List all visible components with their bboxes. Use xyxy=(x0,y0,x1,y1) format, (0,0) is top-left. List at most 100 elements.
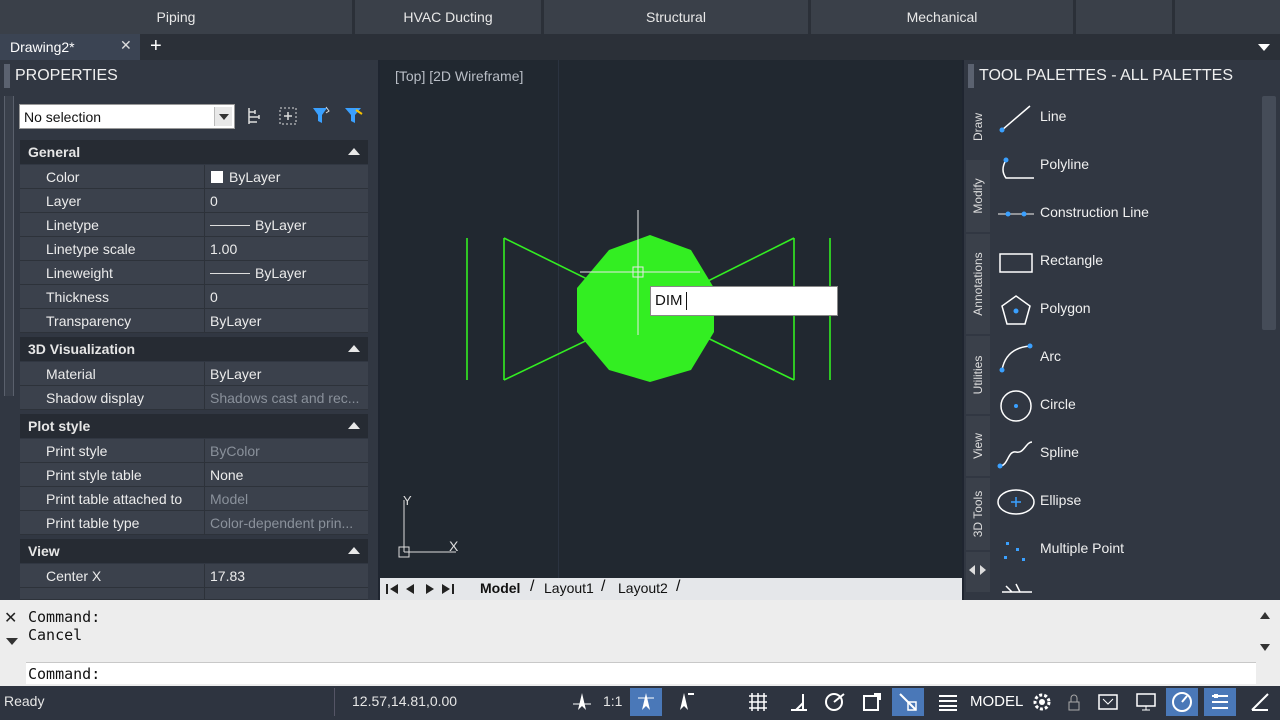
property-key: Material xyxy=(46,366,96,382)
palette-tab-utilities[interactable]: Utilities xyxy=(966,336,990,414)
chevron-down-icon[interactable] xyxy=(1258,44,1270,51)
grid-button[interactable] xyxy=(742,688,774,716)
tool-spline[interactable]: Spline xyxy=(996,432,1258,476)
layout-tab-layout2[interactable]: Layout2 xyxy=(618,580,668,596)
scroll-up-icon[interactable] xyxy=(1260,612,1270,619)
hardware-acceleration-button[interactable] xyxy=(1130,688,1162,716)
annotation-scale-value[interactable]: 1:1 xyxy=(603,693,622,709)
customization-button[interactable] xyxy=(1204,688,1236,716)
property-row-print-style[interactable]: Print style ByColor xyxy=(20,439,368,463)
ortho-button[interactable] xyxy=(782,688,814,716)
palette-tab-3d-tools[interactable]: 3D Tools xyxy=(966,478,990,550)
chevron-down-icon xyxy=(219,114,229,120)
coordinates-readout[interactable]: 12.57,14.81,0.00 xyxy=(352,693,457,709)
lock-ui-button[interactable] xyxy=(1062,688,1086,716)
select-objects-icon[interactable] xyxy=(277,105,299,127)
toggle-pickadd-icon[interactable] xyxy=(245,105,267,127)
ribbon-tab-hvac[interactable]: HVAC Ducting xyxy=(355,0,541,34)
property-row-center-y[interactable] xyxy=(20,588,368,600)
units-button[interactable] xyxy=(1244,688,1276,716)
drawing-viewport[interactable]: [Top] [2D Wireframe] DIM Y X xyxy=(380,60,962,578)
scroll-down-icon[interactable] xyxy=(1260,644,1270,651)
auto-scale-icon xyxy=(680,693,694,710)
polyline-icon xyxy=(1002,157,1034,179)
ribbon-tab-extra[interactable] xyxy=(1076,0,1172,34)
rectangle-icon xyxy=(999,253,1033,273)
customize-icon xyxy=(1212,694,1228,709)
palette-scrollbar[interactable] xyxy=(1262,96,1276,330)
palette-tab-scroll[interactable] xyxy=(966,552,990,592)
ribbon-tab-bar: Piping HVAC Ducting Structural Mechanica… xyxy=(0,0,1280,34)
filter-icon[interactable] xyxy=(342,104,366,128)
quick-select-icon[interactable] xyxy=(310,104,334,128)
dashboard-icon xyxy=(1172,692,1192,712)
property-value: ByLayer xyxy=(210,366,262,382)
property-row-print-style-table[interactable]: Print style table None xyxy=(20,463,368,487)
annotation-visibility-button[interactable] xyxy=(630,688,662,716)
model-space-toggle[interactable]: MODEL xyxy=(970,693,1023,710)
property-row-print-table-type[interactable]: Print table type Color-dependent prin... xyxy=(20,511,368,535)
property-key: Color xyxy=(46,169,80,185)
dynamic-input-field[interactable]: DIM xyxy=(650,286,838,316)
palette-tab-view[interactable]: View xyxy=(966,416,990,476)
workspace-button[interactable] xyxy=(1026,688,1058,716)
palette-tab-draw[interactable]: Draw xyxy=(966,96,990,158)
tool-ellipse[interactable]: Ellipse xyxy=(996,480,1258,524)
clean-screen-button[interactable] xyxy=(1166,688,1198,716)
selection-dropdown[interactable]: No selection xyxy=(19,104,235,129)
tool-multiple-point[interactable]: Multiple Point xyxy=(996,528,1258,572)
palette-tab-annotations[interactable]: Annotations xyxy=(966,234,990,334)
close-icon[interactable]: ✕ xyxy=(4,608,17,628)
command-input[interactable]: Command: xyxy=(26,662,1256,684)
layout-nav-icons[interactable] xyxy=(384,581,462,597)
ribbon-tab-extra[interactable] xyxy=(1175,0,1280,34)
property-row-transparency[interactable]: Transparency ByLayer xyxy=(20,309,368,333)
property-row-thickness[interactable]: Thickness 0 xyxy=(20,285,368,309)
section-plot-style[interactable]: Plot style xyxy=(20,414,368,438)
tool-polygon[interactable]: Polygon xyxy=(996,288,1258,332)
property-row-layer[interactable]: Layer 0 xyxy=(20,189,368,213)
property-row-shadow-display[interactable]: Shadow display Shadows cast and rec... xyxy=(20,386,368,410)
tool-arc[interactable]: Arc xyxy=(996,336,1258,380)
section-view[interactable]: View xyxy=(20,539,368,563)
palette-grip[interactable] xyxy=(4,64,10,88)
drawing-geometry[interactable] xyxy=(380,60,962,578)
tool-circle[interactable]: Circle xyxy=(996,384,1258,428)
property-row-linetype[interactable]: Linetype ByLayer xyxy=(20,213,368,237)
status-divider xyxy=(334,688,335,716)
tool-polyline[interactable]: Polyline xyxy=(996,144,1258,188)
property-row-linetype-scale[interactable]: Linetype scale 1.00 xyxy=(20,237,368,261)
property-row-lineweight[interactable]: Lineweight ByLayer xyxy=(20,261,368,285)
palette-tab-modify[interactable]: Modify xyxy=(966,160,990,232)
document-tab-drawing2[interactable]: Drawing2* ✕ xyxy=(0,34,140,60)
property-row-color[interactable]: Color ByLayer xyxy=(20,165,368,189)
auto-scale-button[interactable] xyxy=(668,688,700,716)
tool-rectangle[interactable]: Rectangle xyxy=(996,240,1258,284)
section-general[interactable]: General xyxy=(20,140,368,164)
lineweight-icon xyxy=(939,695,957,711)
layout-tab-model[interactable]: Model xyxy=(480,580,520,596)
isolate-objects-button[interactable] xyxy=(1092,688,1124,716)
lineweight-button[interactable] xyxy=(932,688,964,716)
dropdown-button[interactable] xyxy=(214,107,232,126)
property-row-center-x[interactable]: Center X 17.83 xyxy=(20,564,368,588)
object-snap-button[interactable] xyxy=(892,688,924,716)
property-row-material[interactable]: Material ByLayer xyxy=(20,362,368,386)
document-tab-bar xyxy=(0,34,1280,60)
annotation-scale-button[interactable] xyxy=(566,688,598,716)
polar-button[interactable] xyxy=(818,688,850,716)
chevron-down-icon[interactable] xyxy=(6,638,18,645)
tool-partial[interactable] xyxy=(996,576,1036,598)
ribbon-tab-piping[interactable]: Piping xyxy=(0,0,352,34)
palette-grip[interactable] xyxy=(968,64,974,88)
close-tab-icon[interactable]: ✕ xyxy=(120,37,132,54)
tool-line[interactable]: Line xyxy=(996,96,1258,140)
ribbon-tab-structural[interactable]: Structural xyxy=(544,0,808,34)
layout-tab-layout1[interactable]: Layout1 xyxy=(544,580,594,596)
section-3d-visualization[interactable]: 3D Visualization xyxy=(20,337,368,361)
isodraft-button[interactable] xyxy=(856,688,888,716)
tool-construction-line[interactable]: Construction Line xyxy=(996,192,1258,236)
property-row-print-table-attached[interactable]: Print table attached to Model xyxy=(20,487,368,511)
new-tab-button[interactable]: + xyxy=(150,35,162,58)
ribbon-tab-mechanical[interactable]: Mechanical xyxy=(811,0,1073,34)
